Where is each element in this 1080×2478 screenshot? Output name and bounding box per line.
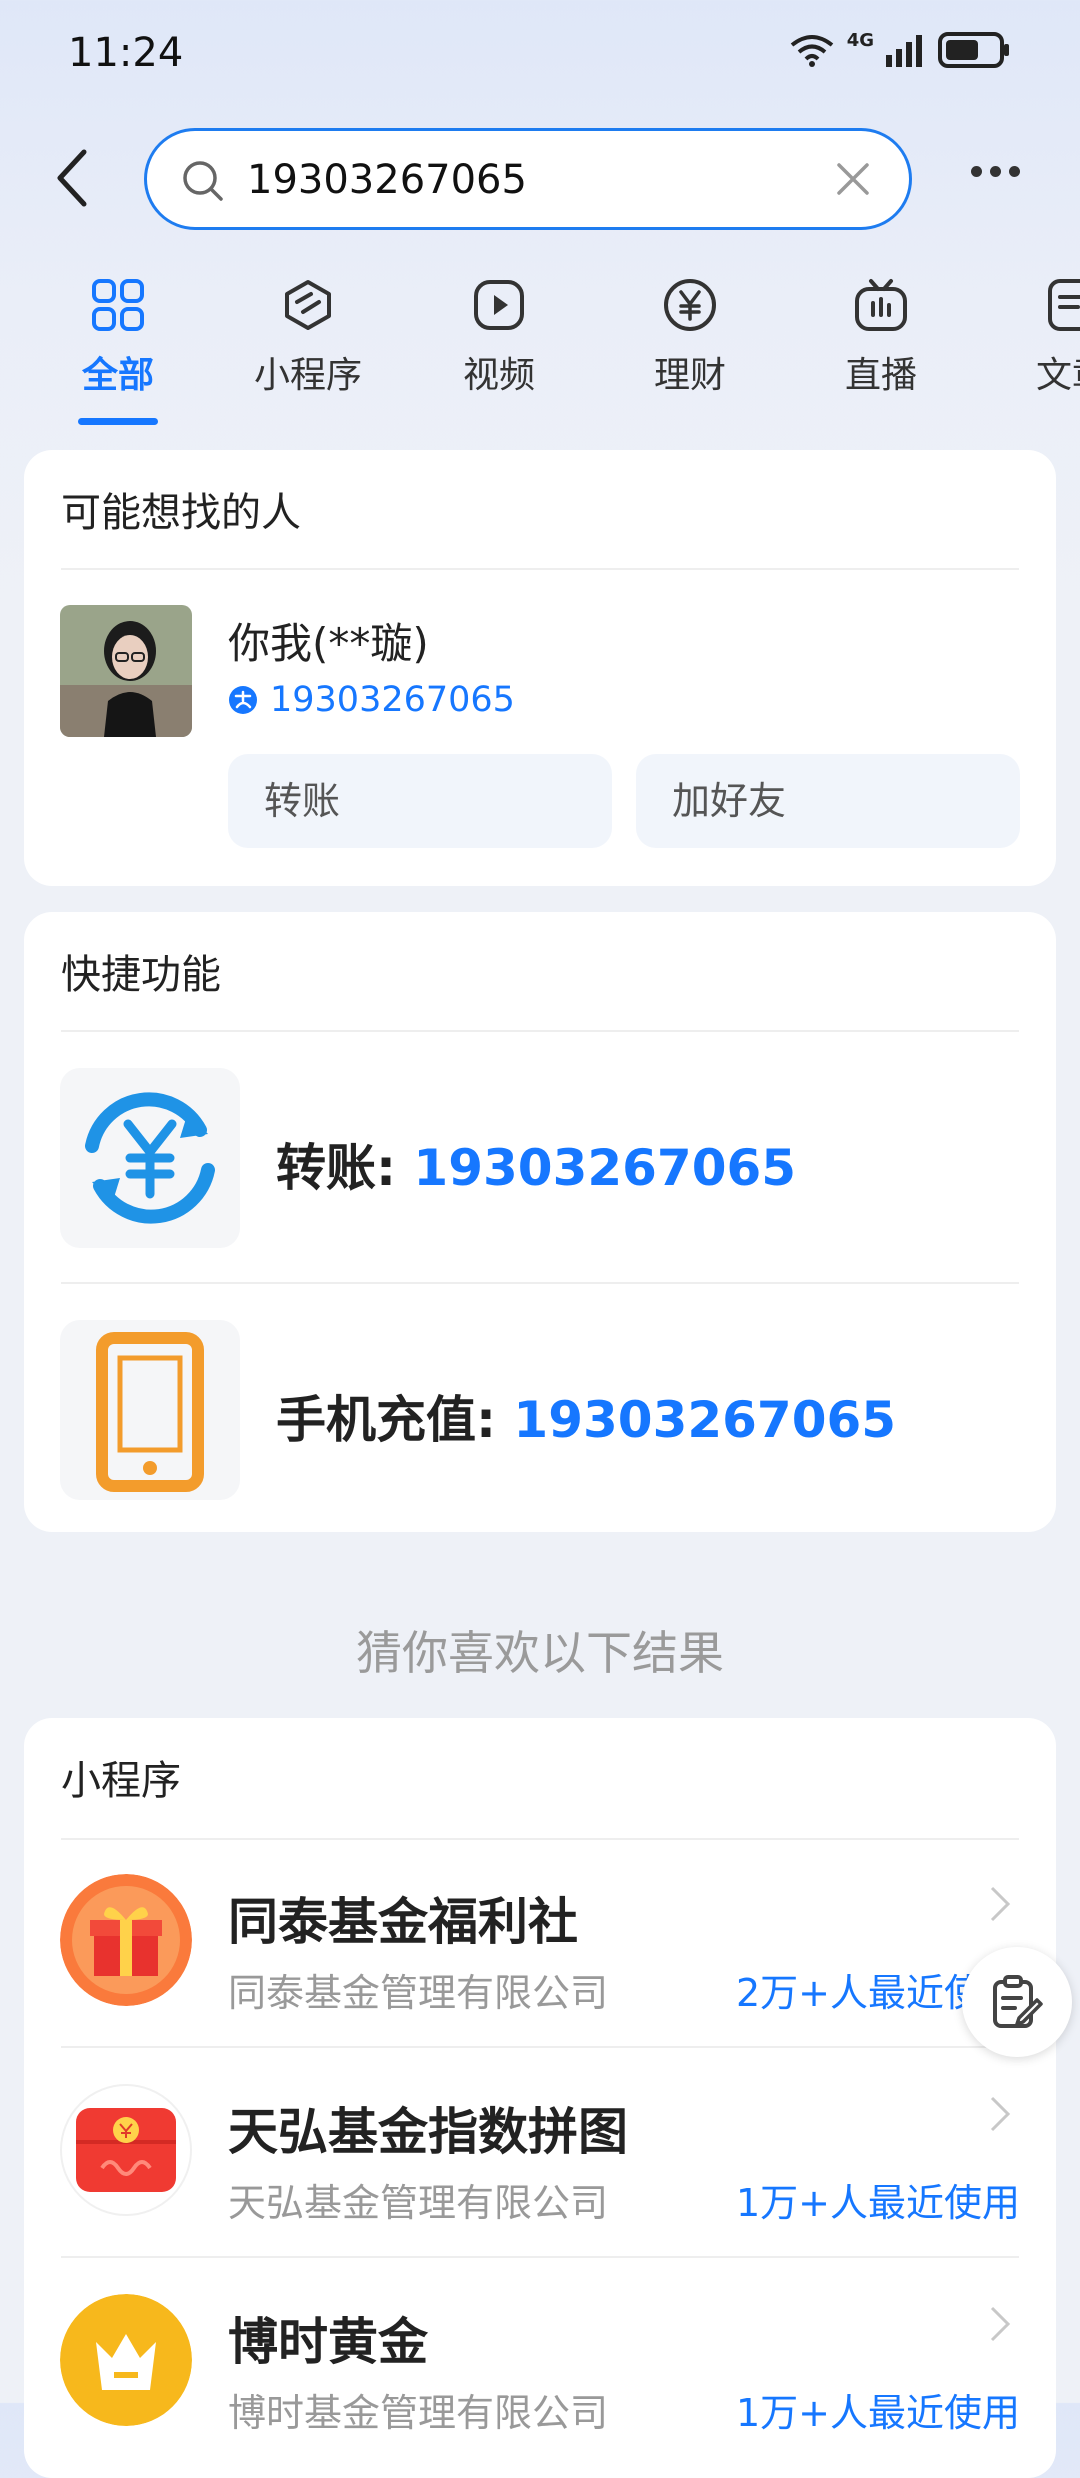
red-envelope-puzzle-icon[interactable] — [60, 2084, 192, 2216]
recharge-row-label: 手机充值: — [276, 1391, 514, 1449]
document-icon — [992, 270, 1080, 340]
floating-notes-button[interactable] — [962, 1947, 1072, 2057]
status-icons: 4G — [789, 29, 1010, 68]
mini-programs-card: 小程序 同泰基金福利社 同泰基金管理有限公司 2万+人最近使用 天弘基金指数拼图… — [24, 1718, 1056, 2478]
back-arrow-icon[interactable] — [48, 146, 100, 210]
tab-finance[interactable]: 理财 — [610, 270, 770, 398]
avatar[interactable] — [60, 605, 192, 737]
active-tab-indicator — [78, 418, 158, 425]
search-header: 19303267065 — [0, 120, 1080, 240]
chevron-right-icon[interactable] — [988, 1884, 1012, 1924]
add-friend-button[interactable]: 加好友 — [636, 754, 1020, 848]
person-name[interactable]: 你我(**璇) — [228, 610, 429, 671]
divider — [61, 1030, 1019, 1032]
signal-icon — [886, 35, 922, 67]
network-type: 4G — [846, 29, 874, 51]
mini-program-users: 1万+人最近使用 — [735, 2391, 1020, 2435]
gold-crown-icon[interactable] — [60, 2294, 192, 2426]
yen-circle-icon — [610, 270, 770, 340]
tab-articles[interactable]: 文章 — [992, 270, 1080, 398]
transfer-yen-icon[interactable] — [60, 1068, 240, 1248]
chevron-right-icon[interactable] — [988, 2304, 1012, 2344]
divider — [61, 568, 1019, 570]
mini-program-company: 天弘基金管理有限公司 — [228, 2181, 609, 2225]
gift-box-icon[interactable] — [60, 1874, 192, 2006]
mini-program-name[interactable]: 博时黄金 — [228, 2302, 428, 2374]
transfer-row-text[interactable]: 转账: 19303267065 — [276, 1128, 796, 1200]
quick-functions-card: 快捷功能 转账: 19303267065 手机充值: 19303267065 — [24, 912, 1056, 1532]
divider — [61, 1282, 1019, 1284]
search-query[interactable]: 19303267065 — [247, 157, 527, 203]
divider — [61, 1838, 1019, 1840]
battery-icon — [938, 32, 1009, 68]
category-tabs: 全部 小程序 视频 理财 直播 文 — [0, 270, 1080, 430]
person-phone-row: 19303267065 — [228, 680, 515, 720]
people-card-title: 可能想找的人 — [61, 490, 301, 536]
guess-heading: 猜你喜欢以下结果 — [356, 1626, 724, 1680]
wifi-icon — [790, 35, 833, 67]
phone-recharge-icon[interactable] — [60, 1320, 240, 1500]
mini-program-name[interactable]: 同泰基金福利社 — [228, 1882, 578, 1954]
search-icon — [183, 161, 223, 201]
quick-functions-title: 快捷功能 — [61, 952, 221, 998]
transfer-row-label: 转账: — [276, 1139, 414, 1197]
clear-icon[interactable] — [833, 159, 873, 199]
status-time: 11:24 — [68, 30, 184, 76]
recharge-row-text[interactable]: 手机充值: 19303267065 — [276, 1380, 896, 1452]
mini-program-name[interactable]: 天弘基金指数拼图 — [228, 2092, 628, 2164]
transfer-row-number: 19303267065 — [413, 1139, 797, 1197]
tab-all[interactable]: 全部 — [38, 270, 198, 398]
mini-program-company: 博时基金管理有限公司 — [228, 2391, 609, 2435]
mini-program-icon — [228, 270, 388, 340]
tab-mini-programs[interactable]: 小程序 — [228, 270, 388, 398]
status-bar: 11:24 4G — [0, 0, 1080, 110]
more-icon[interactable] — [971, 166, 1020, 177]
divider — [61, 2046, 1019, 2048]
recharge-row-number: 19303267065 — [513, 1391, 897, 1449]
alipay-verified-icon — [229, 686, 257, 714]
mini-program-users: 1万+人最近使用 — [735, 2181, 1020, 2225]
video-icon — [419, 270, 579, 340]
mini-programs-title: 小程序 — [61, 1758, 181, 1804]
people-card: 可能想找的人 你我(**璇) 19303267065 转账 加好友 — [24, 450, 1056, 886]
person-phone: 19303267065 — [270, 680, 515, 720]
clipboard-edit-icon — [993, 1975, 1043, 2028]
tab-live[interactable]: 直播 — [801, 270, 961, 398]
search-input[interactable]: 19303267065 — [144, 128, 912, 230]
mini-program-company: 同泰基金管理有限公司 — [228, 1971, 609, 2015]
transfer-button[interactable]: 转账 — [228, 754, 612, 848]
tv-icon — [801, 270, 961, 340]
chevron-right-icon[interactable] — [988, 2094, 1012, 2134]
divider — [61, 2256, 1019, 2258]
tab-video[interactable]: 视频 — [419, 270, 579, 398]
grid-icon — [38, 270, 198, 340]
